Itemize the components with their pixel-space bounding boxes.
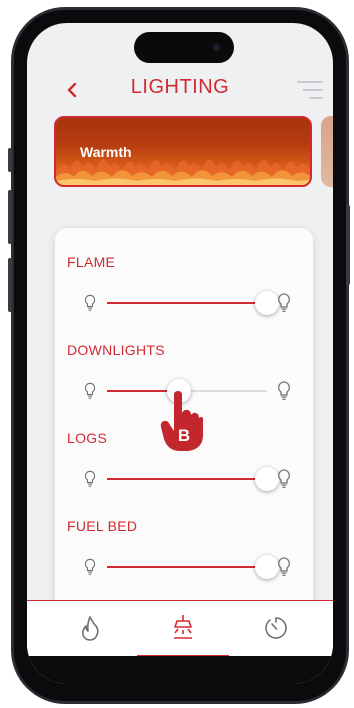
- app-screen: LIGHTING Warmth FLAME DOWNLIGHTS LOGS FU…: [27, 23, 333, 684]
- scene-label: Warmth: [80, 144, 132, 160]
- marker-letter: B: [178, 426, 190, 445]
- page-title: LIGHTING: [130, 76, 230, 98]
- menu-button[interactable]: [295, 78, 323, 102]
- slider-track[interactable]: [107, 555, 279, 579]
- side-button-power: [346, 205, 350, 285]
- ceiling-light-icon: [174, 615, 192, 639]
- slider-thumb[interactable]: [255, 291, 279, 315]
- bulb-bright-icon: [278, 469, 290, 488]
- slider-thumb[interactable]: [255, 555, 279, 579]
- bulb-bright-icon: [278, 381, 290, 400]
- tab-flame[interactable]: [75, 613, 105, 643]
- flame-icon: [82, 616, 99, 641]
- scene-card-warmth[interactable]: Warmth: [54, 116, 312, 187]
- slider-track[interactable]: [107, 291, 279, 315]
- slider-fill: [107, 566, 267, 568]
- logs-slider[interactable]: [83, 466, 295, 492]
- flame-slider[interactable]: [83, 290, 295, 316]
- dynamic-island: [134, 32, 234, 63]
- side-button-volume-down: [8, 258, 12, 312]
- scene-card-next[interactable]: [321, 116, 333, 187]
- bulb-dim-icon: [84, 382, 96, 399]
- home-indicator-area: [27, 656, 333, 684]
- app-header: LIGHTING: [27, 75, 333, 105]
- bulb-dim-icon: [84, 294, 96, 311]
- pointer-hand-marker: B: [160, 391, 203, 451]
- side-button-volume-up: [8, 190, 12, 244]
- tab-lighting[interactable]: [168, 613, 198, 643]
- slider-thumb[interactable]: [255, 467, 279, 491]
- slider-fill: [107, 478, 267, 480]
- side-button-action: [8, 148, 12, 172]
- timer-icon: [265, 617, 287, 639]
- fuel-bed-slider[interactable]: [83, 554, 295, 580]
- bulb-dim-icon: [84, 558, 96, 575]
- downlights-label: DOWNLIGHTS: [67, 342, 165, 358]
- slider-fill: [107, 302, 267, 304]
- bulb-bright-icon: [278, 557, 290, 576]
- bulb-bright-icon: [278, 293, 290, 312]
- flame-label: FLAME: [67, 254, 116, 270]
- bulb-dim-icon: [84, 470, 96, 487]
- logs-label: LOGS: [67, 430, 108, 446]
- camera-icon: [213, 44, 220, 51]
- slider-track[interactable]: [107, 467, 279, 491]
- tab-timer[interactable]: [261, 613, 291, 643]
- bottom-tab-bar: [27, 600, 333, 657]
- fuel-bed-label: FUEL BED: [67, 518, 138, 534]
